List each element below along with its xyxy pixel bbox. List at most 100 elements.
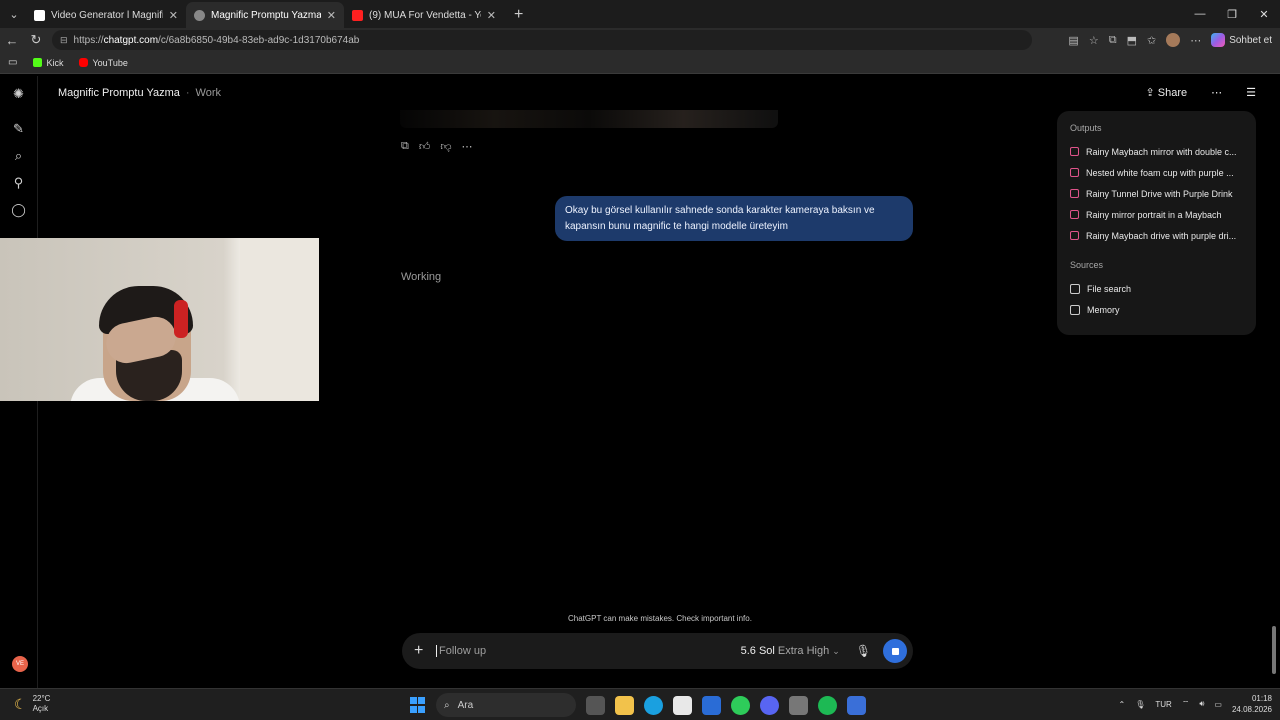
thumbs-up-icon[interactable]: 👍︎ [419,140,431,153]
file-explorer-icon[interactable] [615,695,634,715]
weather-condition: Açık [32,704,49,713]
whatsapp-icon[interactable] [731,695,750,715]
model-selector[interactable]: 5.6 Sol Extra High ⌄ [741,645,840,657]
user-message-bubble: Okay bu görsel kullanılır sahnede sonda … [555,196,913,241]
kick-icon [33,58,43,67]
share-button[interactable]: ⇪ Share [1145,86,1187,99]
share-icon: ⇪ [1145,87,1155,99]
microphone-tray-icon[interactable]: 🎙︎ [1135,700,1145,709]
taskbar-search[interactable]: ⌕ Ara [436,693,576,717]
tab-close-icon[interactable]: ✕ [169,9,178,22]
image-icon [1070,189,1079,198]
favorites-icon[interactable]: ✩ [1147,34,1156,47]
project-name[interactable]: Work [196,87,221,99]
restore-icon[interactable]: ❐ [1216,0,1248,28]
moon-icon: ☾ [14,695,27,712]
chatgpt-favicon-icon [194,9,205,21]
windows-start-icon[interactable] [410,697,426,713]
spotify-icon[interactable] [818,695,837,715]
search-icon[interactable]: ⌕ [11,148,27,164]
url-field[interactable]: ⊟ https://chatgpt.com/c/6a8b6850-49b4-83… [52,30,1032,50]
output-label: Rainy mirror portrait in a Maybach [1086,209,1222,220]
favorite-star-icon[interactable]: ☆ [1089,34,1099,47]
source-item[interactable]: File search [1070,278,1243,299]
search-icon: ⌕ [444,699,450,711]
tab-magnific-video[interactable]: Video Generator l Magnific AI ✕ [26,2,186,28]
store-icon[interactable] [673,695,692,715]
new-chat-icon[interactable]: ✎ [11,121,27,137]
date: 24.08.2026 [1231,705,1272,714]
split-screen-icon[interactable]: ⬒ [1127,34,1137,47]
openai-logo-icon[interactable]: ✺ [11,86,27,102]
copilot-label: Sohbet et [1229,34,1272,46]
conversation-title[interactable]: Magnific Promptu Yazma [58,87,180,99]
tab-chatgpt[interactable]: Magnific Promptu Yazma ✕ [186,2,344,28]
app-icon[interactable] [789,695,808,715]
weather-widget[interactable]: ☾ 22°C Açık [14,694,50,714]
output-label: Rainy Maybach mirror with double c... [1086,146,1237,157]
output-label: Nested white foam cup with purple ... [1086,167,1234,178]
active-app-icon[interactable] [847,695,866,715]
copilot-logo-icon [1211,33,1226,47]
sidebar-toggle-icon[interactable]: ▭ [8,57,17,68]
stop-button[interactable] [883,639,907,663]
output-item[interactable]: Nested white foam cup with purple ... [1070,162,1243,183]
site-info-icon[interactable]: ⊟ [60,35,68,46]
output-item[interactable]: Rainy Maybach mirror with double c... [1070,141,1243,162]
profile-avatar[interactable] [1166,33,1181,47]
more-menu-icon[interactable]: ⋯ [1190,34,1201,47]
bookmark-youtube[interactable]: YouTube [79,57,128,68]
tab-youtube[interactable]: (9) MUA For Vendetta - YouTube ✕ [344,2,504,28]
microphone-icon[interactable]: 🎙︎ [856,644,871,658]
clock[interactable]: 01:18 24.08.2026 [1232,693,1272,715]
output-item[interactable]: Rainy mirror portrait in a Maybach [1070,204,1243,225]
time: 01:18 [1251,694,1272,703]
language-indicator[interactable]: TUR [1155,700,1171,709]
new-tab-plus-icon[interactable]: + [504,6,533,28]
minimize-icon[interactable]: — [1184,0,1216,28]
thumbs-down-icon[interactable]: 👎︎ [440,140,451,153]
bookmark-label: YouTube [92,57,128,68]
scrollbar-thumb[interactable] [1272,626,1276,674]
mail-icon[interactable] [702,695,721,715]
tray-chevron-icon[interactable]: ⌃ [1119,700,1126,709]
follow-up-input[interactable] [436,645,741,657]
refresh-icon[interactable]: ↻ [24,32,48,48]
generated-image-preview[interactable] [400,110,778,128]
bookmark-kick[interactable]: Kick [33,58,63,68]
youtube-favicon-icon [352,9,363,21]
extensions-icon[interactable]: ⧉ [1109,34,1117,47]
source-label: Memory [1087,304,1120,315]
composer: + 5.6 Sol Extra High ⌄ 🎙︎ [402,633,913,669]
pin-icon[interactable]: ⚲ [11,175,27,191]
tab-close-icon[interactable]: ✕ [487,9,496,22]
window-close-icon[interactable]: ✕ [1248,0,1280,28]
copilot-button[interactable]: Sohbet et [1211,33,1272,47]
window-controls: — ❐ ✕ [1184,0,1280,28]
chat-bubble-icon[interactable]: ◯ [11,202,27,218]
tab-close-icon[interactable]: ✕ [327,9,336,22]
source-item[interactable]: Memory [1070,299,1243,320]
back-arrow-icon[interactable]: ← [0,33,24,48]
edge-icon[interactable] [644,695,663,715]
scrollbar[interactable] [1272,76,1278,688]
image-icon [1070,231,1079,240]
copy-icon[interactable]: ⧉ [401,140,409,153]
tab-actions-chevron-icon[interactable]: ⌄ [2,2,26,26]
volume-icon[interactable]: 🔊︎ [1199,699,1204,709]
user-avatar[interactable]: VE [12,656,28,672]
attach-plus-icon[interactable]: + [414,642,428,660]
more-options-icon[interactable]: ⋯ [1211,86,1222,99]
wifi-icon[interactable]: ⌔ [1182,699,1190,709]
output-item[interactable]: Rainy Tunnel Drive with Purple Drink [1070,183,1243,204]
sources-heading: Sources [1070,260,1104,270]
discord-icon[interactable] [760,695,779,715]
memory-book-icon [1070,304,1080,315]
reader-mode-icon[interactable]: ▤ [1068,34,1078,47]
toolbar-icons: ▤ ☆ ⧉ ⬒ ✩ ⋯ Sohbet et [1068,30,1272,50]
battery-icon[interactable]: ▭ [1214,700,1222,709]
task-view-icon[interactable] [586,695,605,715]
output-item[interactable]: Rainy Maybach drive with purple dri... [1070,225,1243,246]
panel-toggle-icon[interactable]: ☰ [1246,86,1256,99]
more-actions-icon[interactable]: ⋯ [462,140,473,153]
